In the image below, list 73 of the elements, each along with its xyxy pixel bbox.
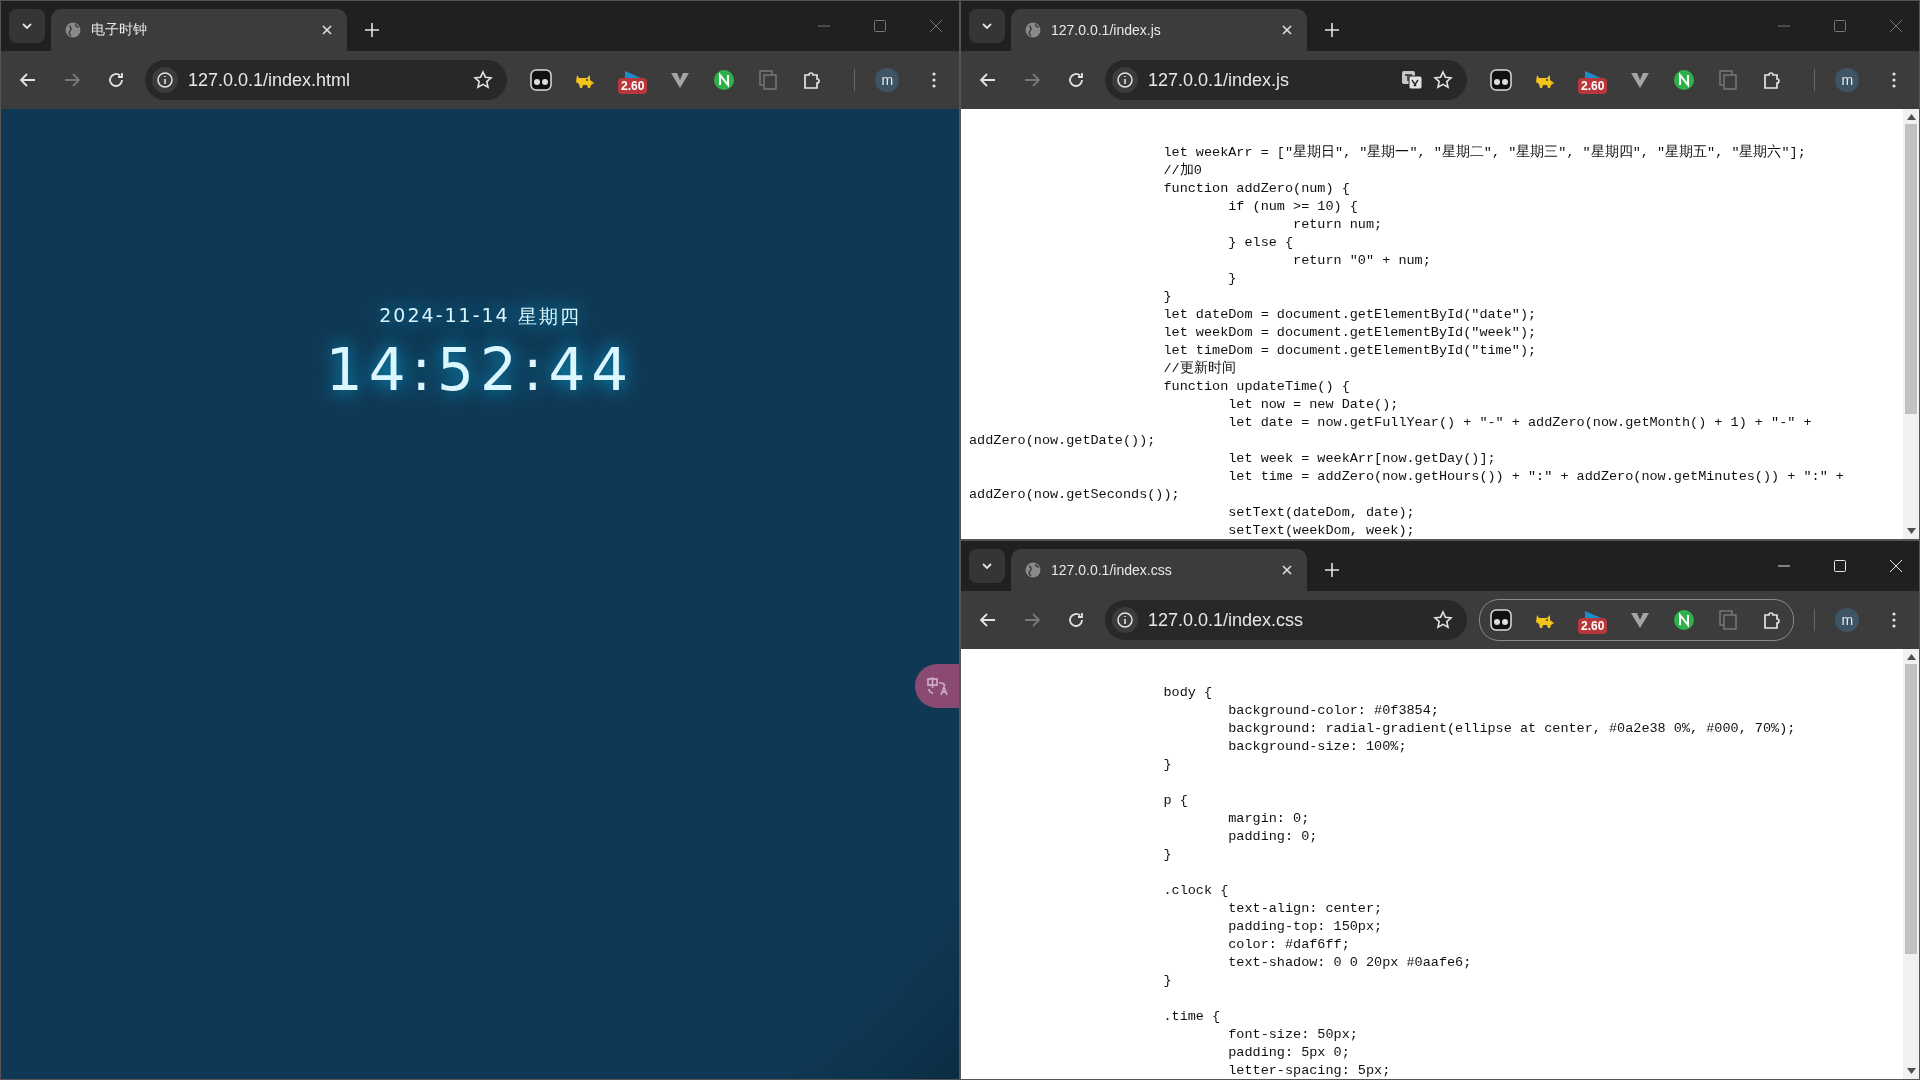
address-bar[interactable]: 127.0.0.1/index.css [1105,600,1467,640]
translate-icon [926,675,948,697]
ghost-eyes-icon[interactable] [1490,609,1512,631]
tab-title: 电子时钟 [91,21,148,39]
clock-weekday: 星期四 [517,304,581,329]
back-icon[interactable] [19,71,37,89]
reload-icon[interactable] [1067,611,1085,629]
back-icon[interactable] [979,71,997,89]
clock-time: 14:52:44 [324,336,636,404]
scrollbar[interactable] [1903,109,1919,539]
info-icon[interactable] [1112,67,1138,93]
ghost-eyes-icon[interactable] [1490,69,1512,91]
code-text: let weekArr = ["星期日", "星期一", "星期二", "星期三", "星期四", "星期五", "星期六"]; //加0 function addZero(num) { if (num >= 10) { return num; } else { return "0" + num; } } let dateDom = document.getElementById("date"); let weekDom = document.getElementById("week"); let timeDom = document.getElementById("time"); //更新时间 function updateTime() { let now = new Date(); let date = now.getFullYear() + "-" + addZero(now.getMonth() + 1) + "-" + addZero(now.getDate()); let week = weekArr[now.getDay()]; let time = addZero(now.getHours()) + ":" + addZero(now.getMinutes()) + ":" + addZero(now.getSeconds()); setText(dateDom, date); setText(weekDom, week); [968,143,1845,539]
reload-icon[interactable] [1067,71,1085,89]
scroll-up-icon[interactable] [1906,114,1916,120]
scrollbar[interactable] [1903,649,1919,1079]
forward-icon[interactable] [1023,611,1041,629]
new-tab-icon[interactable] [1325,23,1339,37]
scroll-up-icon[interactable] [1906,654,1916,660]
url-text: 127.0.0.1/index.html [188,69,352,91]
new-tab-icon[interactable] [365,23,379,37]
extension-badge: 2.60 [618,77,648,94]
extension-button[interactable]: 2.60 [1578,610,1608,634]
profile-avatar[interactable]: m [1835,68,1860,92]
extension-button[interactable]: 2.60 [618,70,648,94]
scrollbar-thumb[interactable] [1905,664,1917,954]
forward-icon[interactable] [63,71,81,89]
info-icon[interactable] [152,67,178,93]
extension-badge: 2.60 [1578,77,1608,94]
tab-list-button[interactable] [9,9,45,43]
close-tab-icon[interactable] [1281,24,1293,36]
star-icon[interactable] [1433,610,1453,630]
chevron-down-icon [21,20,33,32]
reload-icon[interactable] [107,71,125,89]
globe-icon [65,22,81,38]
translate-button[interactable] [915,664,959,708]
url-text: 127.0.0.1/index.css [1148,609,1305,631]
tab-list-button[interactable] [969,549,1005,583]
browser-tab[interactable]: 127.0.0.1/index.css [1011,549,1307,591]
n-circle-icon[interactable] [1673,69,1696,91]
info-icon[interactable] [1112,607,1138,633]
browser-tab[interactable]: 电子时钟 [51,9,347,51]
chevron-down-icon [981,560,993,572]
profile-avatar[interactable]: m [875,68,900,92]
extension-button[interactable]: 2.60 [1578,70,1608,94]
globe-icon [1025,562,1041,578]
n-circle-icon[interactable] [713,69,736,91]
star-icon[interactable] [473,70,493,90]
close-tab-icon[interactable] [321,24,333,36]
back-icon[interactable] [979,611,997,629]
star-icon[interactable] [1433,70,1453,90]
chevron-down-icon [981,20,993,32]
tab-title: 127.0.0.1/index.js [1051,22,1162,38]
profile-avatar[interactable]: m [1835,608,1860,632]
browser-tab[interactable]: 127.0.0.1/index.js [1011,9,1307,51]
tab-list-button[interactable] [969,9,1005,43]
globe-icon [1025,22,1041,38]
scroll-down-icon[interactable] [1906,528,1916,534]
address-bar[interactable]: 127.0.0.1/index.html [145,60,507,100]
translate-page-icon[interactable] [1401,69,1423,91]
close-tab-icon[interactable] [1281,564,1293,576]
scroll-down-icon[interactable] [1906,1068,1916,1074]
extension-badge: 2.60 [1578,617,1608,634]
new-tab-icon[interactable] [1325,563,1339,577]
url-text: 127.0.0.1/index.js [1148,69,1291,91]
tab-title: 127.0.0.1/index.css [1051,562,1173,578]
ghost-eyes-icon[interactable] [530,69,552,91]
n-circle-icon[interactable] [1673,609,1696,631]
scrollbar-thumb[interactable] [1905,124,1917,414]
forward-icon[interactable] [1023,71,1041,89]
address-bar[interactable]: 127.0.0.1/index.js [1105,60,1467,100]
clock-date: 2024-11-14 [379,304,510,328]
code-text: body { background-color: #0f3854; background: radial-gradient(ellipse at center, #0a2e38 0%, #000, 70%); background-size: 100%; } p { margin: 0; padding: 0; } .clock { text-align: center; padding-top: 150px; color: #daf6ff; text-shadow: 0 0 20px #0aafe6; } .time { font-size: 50px; padding: 5px 0; letter-spacing: 5px; [1162,684,1797,1079]
